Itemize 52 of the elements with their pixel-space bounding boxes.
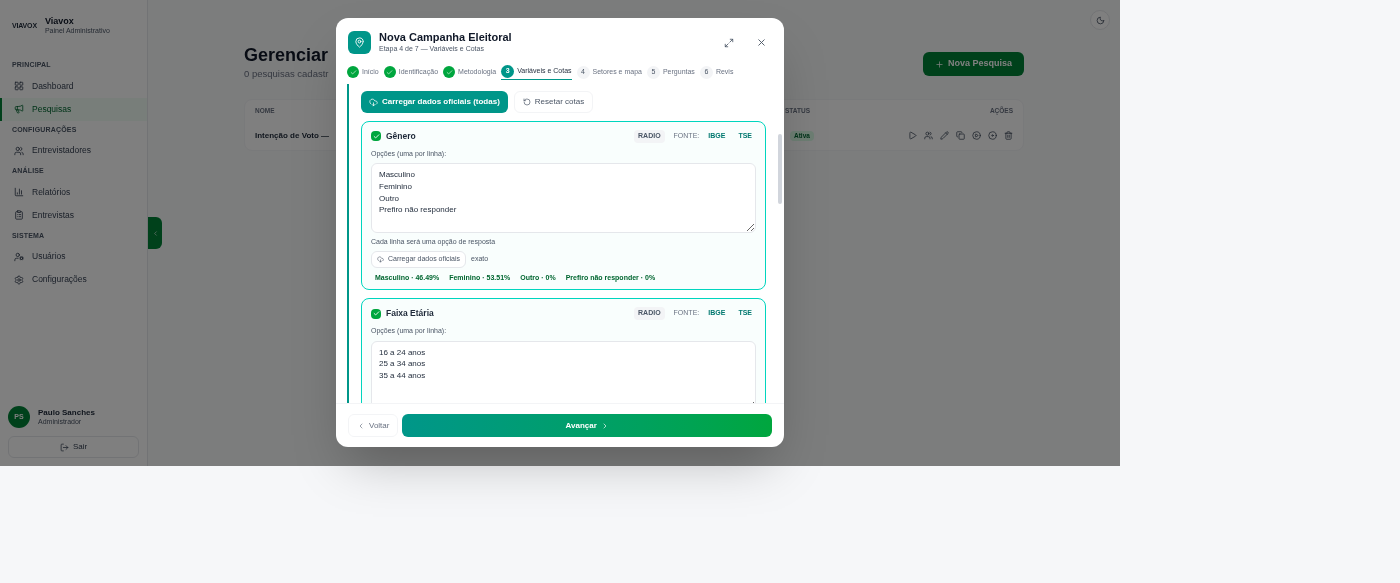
new-survey-button[interactable]: Nova Pesquisa (922, 52, 1024, 76)
pencil-icon[interactable] (940, 131, 949, 141)
cloud-download-icon (369, 97, 378, 107)
page-subtitle: 0 pesquisas cadastr (244, 66, 329, 81)
expand-icon[interactable] (724, 37, 734, 48)
settings-icon (14, 274, 24, 285)
reset-button[interactable]: Resetar cotas (513, 91, 594, 113)
map-pin-icon (348, 31, 371, 54)
back-button[interactable]: Voltar (348, 414, 399, 437)
grid-icon (14, 81, 24, 91)
next-button[interactable]: Avançar (402, 414, 772, 437)
options-field[interactable]: 16 a 24 anos 25 a 34 anos 35 a 44 anos (371, 340, 756, 403)
bar-chart-icon (14, 187, 24, 197)
cloud-download-icon (377, 255, 384, 263)
nav-item[interactable]: Entrevistadores (0, 139, 147, 162)
logout-button[interactable]: Sair (8, 436, 139, 458)
variable-name: Faixa Etária (386, 307, 434, 320)
theme-toggle-button[interactable] (1090, 10, 1110, 30)
user-icon (14, 251, 24, 262)
nav-item[interactable]: Relatórios (0, 180, 147, 204)
chevron-left-icon (357, 421, 365, 430)
chevron-left-icon (151, 229, 159, 237)
users-icon[interactable] (924, 131, 933, 141)
collapse-tab[interactable] (148, 217, 162, 249)
user-name: Paulo Sanches (38, 407, 95, 418)
variable-name: Gênero (386, 130, 416, 143)
play-circle-icon[interactable] (972, 131, 981, 141)
nav-item[interactable]: Entrevistas (0, 203, 147, 227)
target-icon[interactable] (988, 131, 997, 141)
copy-icon[interactable] (956, 131, 965, 141)
logout-icon (59, 442, 69, 452)
nav-item[interactable]: Pesquisas (0, 97, 147, 121)
reset-icon (522, 98, 531, 106)
survey-name: Intenção de Voto — (255, 129, 330, 142)
load-all-button[interactable]: Carregar dados oficiais (todas) (361, 91, 508, 113)
megaphone-icon (14, 104, 24, 114)
users-icon (14, 145, 24, 156)
clipboard-icon (14, 210, 24, 220)
plus-icon (934, 59, 944, 69)
trash-icon[interactable] (1004, 131, 1013, 141)
checkbox[interactable] (371, 131, 381, 142)
moon-icon (1095, 15, 1105, 25)
close-icon[interactable] (756, 37, 767, 48)
options-field[interactable]: Masculino Feminino Outro Prefiro não responder (371, 163, 756, 234)
nav-item[interactable]: Configurações (0, 268, 147, 291)
nav-item[interactable]: Usuários (0, 245, 147, 268)
nav-item[interactable]: Dashboard (0, 74, 147, 98)
checkbox[interactable] (371, 308, 381, 319)
modal-title: Nova Campanha Eleitoral (379, 31, 512, 45)
page-title: Gerenciar (244, 44, 329, 67)
brand-name: Viavox (44, 16, 75, 28)
play-icon[interactable] (908, 131, 917, 141)
